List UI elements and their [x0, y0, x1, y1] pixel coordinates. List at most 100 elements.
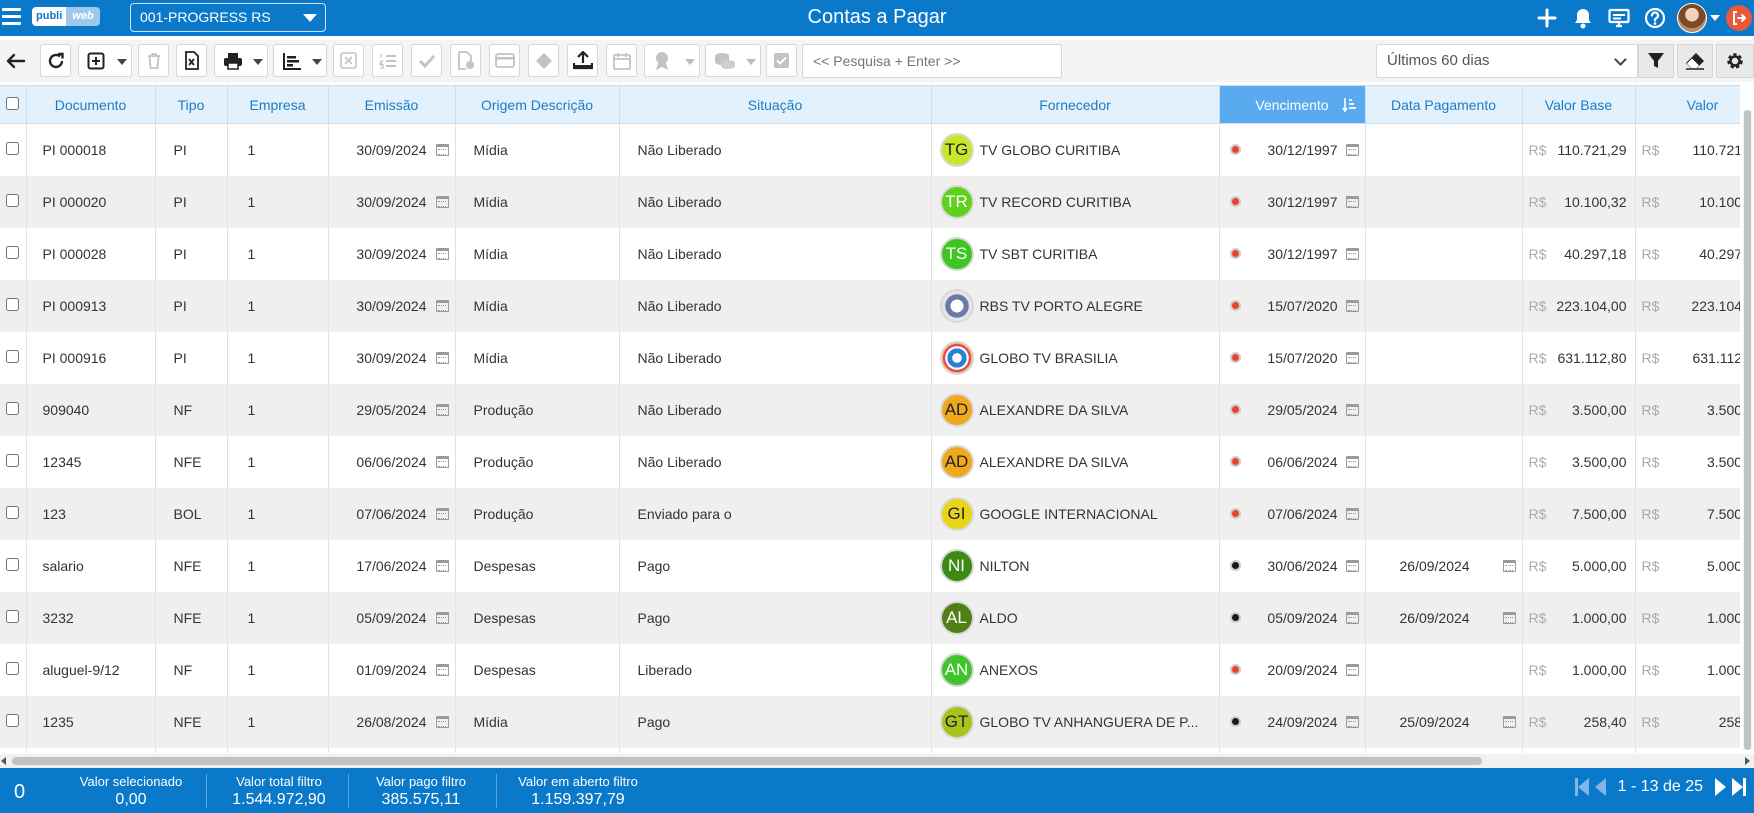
- calendar-icon[interactable]: [1345, 559, 1359, 572]
- calendar-icon[interactable]: [1345, 143, 1359, 156]
- calendar-icon[interactable]: [1502, 559, 1516, 572]
- calendar-icon[interactable]: [435, 351, 449, 364]
- column-header-situacao[interactable]: Situação: [619, 85, 932, 124]
- check-square-button[interactable]: [766, 44, 797, 77]
- diamond-button[interactable]: [528, 44, 559, 77]
- cancel-button[interactable]: [333, 44, 364, 77]
- table-row[interactable]: PI 000020 PI 1 30/09/2024 Mídia Não Liberado T…: [0, 175, 1740, 228]
- payment-card-button[interactable]: [489, 44, 520, 77]
- calendar-icon[interactable]: [435, 455, 449, 468]
- calendar-icon[interactable]: [435, 143, 449, 156]
- bell-icon[interactable]: [1569, 3, 1597, 33]
- last-page-button[interactable]: [1732, 778, 1746, 796]
- calendar-icon[interactable]: [435, 195, 449, 208]
- first-page-button[interactable]: [1574, 778, 1589, 796]
- row-checkbox[interactable]: [6, 141, 20, 155]
- column-header-empresa[interactable]: Empresa: [227, 85, 329, 124]
- menu-icon[interactable]: [2, 8, 21, 26]
- calendar-icon[interactable]: [1345, 455, 1359, 468]
- row-checkbox[interactable]: [6, 713, 20, 727]
- column-header-valor[interactable]: Valor: [1635, 85, 1740, 124]
- table-row[interactable]: [0, 747, 1740, 753]
- table-row[interactable]: 1235 NFE 1 26/08/2024 Mídia Pago GT GLOBO TV AN…: [0, 695, 1740, 748]
- row-checkbox[interactable]: [6, 609, 20, 623]
- row-checkbox[interactable]: [6, 557, 20, 571]
- column-header-tipo[interactable]: Tipo: [155, 85, 228, 124]
- row-checkbox[interactable]: [6, 297, 20, 311]
- export-excel-button[interactable]: [176, 44, 207, 77]
- row-checkbox[interactable]: [6, 401, 20, 415]
- next-page-button[interactable]: [1715, 778, 1726, 796]
- award-button[interactable]: [644, 44, 700, 77]
- chart-button[interactable]: [273, 44, 327, 77]
- prev-page-button[interactable]: [1594, 778, 1606, 796]
- company-select[interactable]: 001-PROGRESS RS: [130, 3, 326, 32]
- column-header-vencimento[interactable]: Vencimento: [1219, 85, 1366, 124]
- clear-filter-button[interactable]: [1677, 44, 1713, 78]
- coins-button[interactable]: [705, 44, 761, 77]
- print-button[interactable]: [214, 44, 268, 77]
- calendar-icon[interactable]: [1345, 403, 1359, 416]
- column-header-origem[interactable]: Origem Descrição: [455, 85, 620, 124]
- calendar-icon[interactable]: [1345, 507, 1359, 520]
- row-checkbox[interactable]: [6, 193, 20, 207]
- table-row[interactable]: salario NFE 1 17/06/2024 Despesas Pago NI NILTO…: [0, 539, 1740, 592]
- table-row[interactable]: aluguel-9/12 NF 1 01/09/2024 Despesas Liberad…: [0, 643, 1740, 696]
- filter-button[interactable]: [1638, 44, 1674, 78]
- row-checkbox[interactable]: [6, 349, 20, 363]
- calendar-icon[interactable]: [435, 611, 449, 624]
- column-header-data-pagamento[interactable]: Data Pagamento: [1365, 85, 1523, 124]
- calendar-icon[interactable]: [435, 663, 449, 676]
- row-checkbox[interactable]: [6, 453, 20, 467]
- calendar-icon[interactable]: [1345, 195, 1359, 208]
- table-row[interactable]: PI 000018 PI 1 30/09/2024 Mídia Não Liberado T…: [0, 123, 1740, 176]
- calendar-icon[interactable]: [1345, 299, 1359, 312]
- table-row[interactable]: 12345 NFE 1 06/06/2024 Produção Não Liberado A…: [0, 435, 1740, 488]
- approve-button[interactable]: [411, 44, 442, 77]
- scroll-right-icon[interactable]: [1745, 757, 1750, 765]
- add-button[interactable]: [78, 44, 132, 77]
- table-row[interactable]: 909040 NF 1 29/05/2024 Produção Não Liberado A…: [0, 383, 1740, 436]
- calendar-icon[interactable]: [1502, 611, 1516, 624]
- calendar-icon[interactable]: [1502, 715, 1516, 728]
- calendar-icon[interactable]: [435, 247, 449, 260]
- help-icon[interactable]: [1641, 3, 1669, 33]
- vertical-scrollbar[interactable]: [1743, 110, 1752, 750]
- plus-icon[interactable]: [1533, 3, 1561, 33]
- settings-button[interactable]: [1716, 44, 1754, 78]
- monitor-icon[interactable]: [1605, 3, 1633, 33]
- user-menu[interactable]: [1677, 3, 1720, 33]
- period-select[interactable]: Últimos 60 dias: [1376, 44, 1638, 78]
- column-header-fornecedor[interactable]: Fornecedor: [931, 85, 1220, 124]
- vertical-scrollbar-thumb[interactable]: [1744, 110, 1751, 750]
- delete-button[interactable]: [138, 44, 169, 77]
- document-button[interactable]: [450, 44, 481, 77]
- table-row[interactable]: 123 BOL 1 07/06/2024 Produção Enviado para oG…: [0, 487, 1740, 540]
- calendar-icon[interactable]: [435, 507, 449, 520]
- row-checkbox[interactable]: [6, 245, 20, 259]
- row-checkbox[interactable]: [6, 661, 20, 675]
- horizontal-scrollbar[interactable]: [0, 754, 1754, 768]
- calendar-icon[interactable]: [1345, 715, 1359, 728]
- calendar-icon[interactable]: [1345, 247, 1359, 260]
- calendar-button[interactable]: [606, 44, 637, 77]
- calendar-icon[interactable]: [435, 715, 449, 728]
- table-row[interactable]: PI 000028 PI 1 30/09/2024 Mídia Não Liberado T…: [0, 227, 1740, 280]
- logout-icon[interactable]: [1726, 5, 1752, 31]
- calendar-icon[interactable]: [1345, 351, 1359, 364]
- table-row[interactable]: PI 000916 PI 1 30/09/2024 Mídia Não Liberado G…: [0, 331, 1740, 384]
- calendar-icon[interactable]: [1345, 663, 1359, 676]
- horizontal-scrollbar-thumb[interactable]: [12, 757, 1482, 765]
- select-all-checkbox[interactable]: [6, 96, 20, 110]
- calendar-icon[interactable]: [435, 559, 449, 572]
- scroll-left-icon[interactable]: [1, 757, 6, 765]
- search-input[interactable]: [802, 44, 1062, 78]
- column-header-documento[interactable]: Documento: [26, 85, 156, 124]
- calendar-icon[interactable]: [1345, 611, 1359, 624]
- back-button[interactable]: [2, 44, 30, 77]
- row-checkbox[interactable]: [6, 505, 20, 519]
- upload-button[interactable]: [567, 44, 598, 77]
- calendar-icon[interactable]: [435, 299, 449, 312]
- column-header-valor-base[interactable]: Valor Base: [1522, 85, 1636, 124]
- table-row[interactable]: PI 000913 PI 1 30/09/2024 Mídia Não Liberado R…: [0, 279, 1740, 332]
